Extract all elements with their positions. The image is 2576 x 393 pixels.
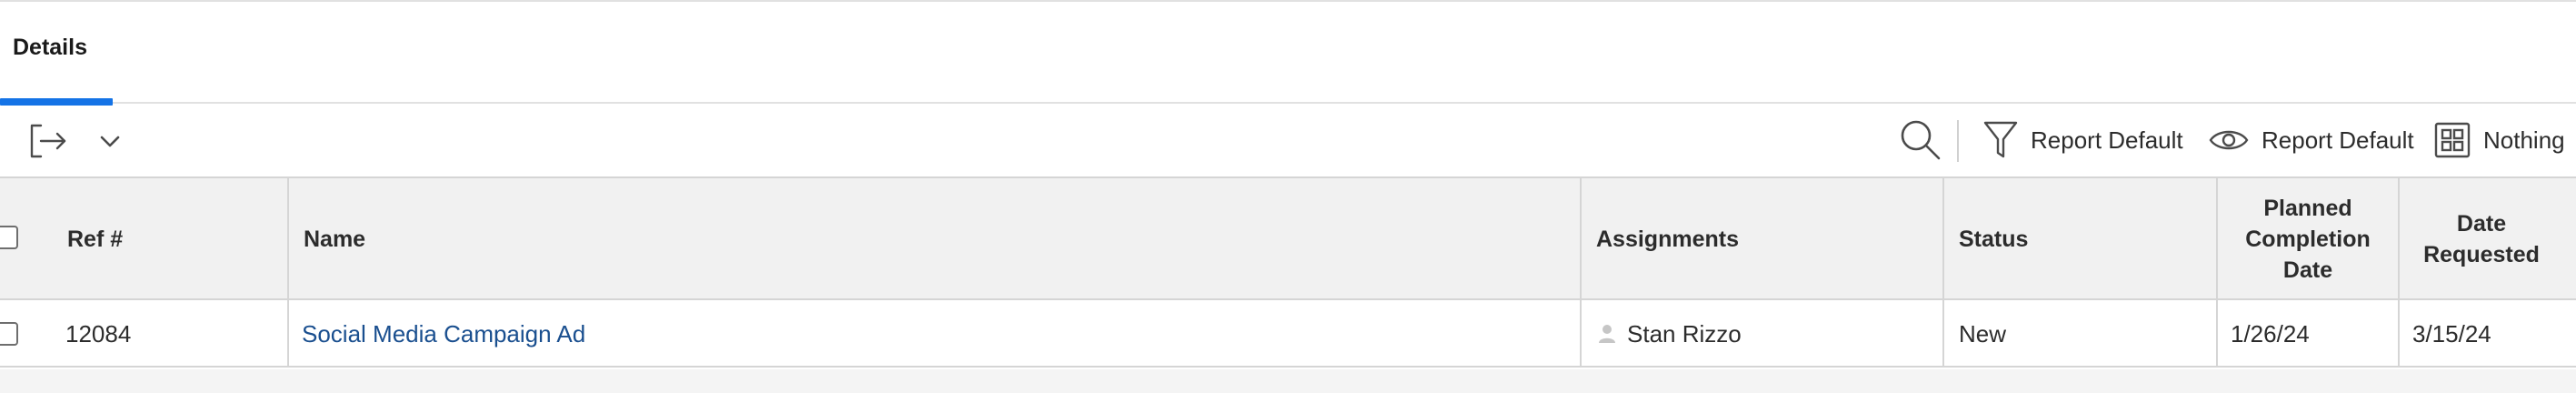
toolbar: Report Default Report Default Nothing — [0, 104, 2576, 178]
column-header-planned-label: Planned Completion Date — [2245, 196, 2371, 283]
column-divider — [1580, 300, 1582, 368]
table-header: Ref # Name Assignments Status Planned Co… — [0, 178, 2576, 300]
grid-icon — [2434, 122, 2471, 158]
column-header-name[interactable]: Name — [304, 178, 365, 300]
column-divider — [287, 300, 289, 368]
filter-button[interactable]: Report Default — [1983, 116, 2183, 164]
tab-details[interactable]: Details — [0, 2, 113, 106]
cell-ref: 12084 — [65, 319, 132, 348]
grouping-label: Nothing — [2483, 126, 2565, 154]
cell-date-requested: 3/15/24 — [2412, 319, 2491, 348]
column-header-assignments[interactable]: Assignments — [1596, 178, 1739, 300]
column-header-status[interactable]: Status — [1959, 178, 2028, 300]
tab-bar: Details — [0, 2, 2576, 106]
column-divider — [2398, 300, 2400, 368]
select-all-checkbox[interactable] — [0, 226, 18, 249]
grouping-button[interactable]: Nothing — [2434, 116, 2565, 164]
user-avatar-icon — [1598, 324, 1616, 344]
assignee-name: Stan Rizzo — [1627, 319, 1742, 348]
toolbar-separator — [1957, 120, 1959, 162]
cell-status: New — [1959, 319, 2007, 348]
view-button[interactable]: Report Default — [2209, 116, 2414, 164]
chevron-down-icon[interactable] — [96, 129, 124, 155]
row-name-link[interactable]: Social Media Campaign Ad — [302, 320, 585, 348]
column-divider[interactable] — [1580, 178, 1582, 300]
eye-icon — [2209, 126, 2249, 154]
column-header-ref[interactable]: Ref # — [67, 178, 123, 300]
column-header-date-requested[interactable]: Date Requested — [2400, 178, 2563, 300]
table-empty-area — [0, 369, 2576, 393]
tab-details-label: Details — [13, 35, 87, 60]
search-icon[interactable] — [1898, 116, 1943, 164]
filter-icon — [1983, 120, 2018, 160]
column-divider[interactable] — [287, 178, 289, 300]
table-row[interactable]: 12084 Social Media Campaign Ad Stan Rizz… — [0, 300, 2576, 368]
cell-assignments[interactable]: Stan Rizzo — [1598, 300, 1742, 368]
export-icon[interactable] — [27, 120, 69, 162]
column-divider — [2216, 300, 2218, 368]
column-divider — [1942, 300, 1944, 368]
row-checkbox[interactable] — [0, 322, 18, 346]
view-label: Report Default — [2261, 126, 2414, 154]
filter-label: Report Default — [2031, 126, 2183, 154]
column-divider[interactable] — [1942, 178, 1944, 300]
cell-planned-completion-date: 1/26/24 — [2231, 319, 2310, 348]
column-header-requested-label: Date Requested — [2423, 211, 2540, 267]
column-header-planned-completion-date[interactable]: Planned Completion Date — [2218, 178, 2398, 300]
